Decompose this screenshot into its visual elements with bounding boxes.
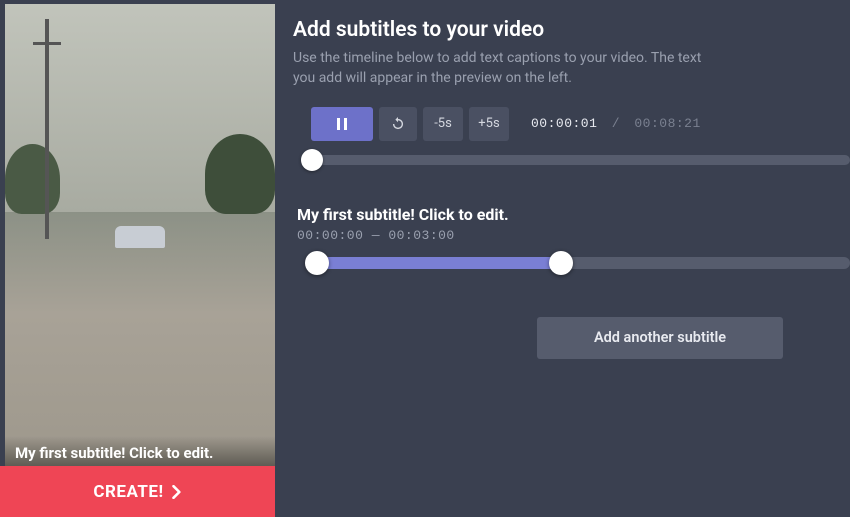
playback-timeline[interactable] xyxy=(301,155,850,165)
add-subtitle-button[interactable]: Add another subtitle xyxy=(537,317,783,359)
chevron-right-icon xyxy=(172,485,182,499)
pause-icon xyxy=(337,118,347,130)
pause-button[interactable] xyxy=(311,107,373,141)
subtitle-start-thumb[interactable] xyxy=(305,251,329,275)
back-5s-label: -5s xyxy=(434,116,452,131)
page-title: Add subtitles to your video xyxy=(293,18,850,42)
subtitle-text[interactable]: My first subtitle! Click to edit. xyxy=(297,205,850,224)
playhead-thumb[interactable] xyxy=(301,149,323,171)
left-panel: My first subtitle! Click to edit. CREATE… xyxy=(0,0,275,517)
video-preview[interactable]: My first subtitle! Click to edit. xyxy=(5,4,275,466)
forward-5s-button[interactable]: +5s xyxy=(469,107,509,141)
add-subtitle-label: Add another subtitle xyxy=(594,329,726,346)
subtitle-block: My first subtitle! Click to edit. 00:00:… xyxy=(297,205,850,269)
subtitle-range-track[interactable] xyxy=(305,257,850,269)
subtitle-end-thumb[interactable] xyxy=(549,251,573,275)
time-current: 00:00:01 xyxy=(531,116,597,131)
right-panel: Add subtitles to your video Use the time… xyxy=(275,0,850,517)
restart-button[interactable] xyxy=(379,107,417,141)
back-5s-button[interactable]: -5s xyxy=(423,107,463,141)
playback-controls: -5s +5s 00:00:01 / 00:08:21 xyxy=(311,107,850,141)
subtitle-time-range: 00:00:00 — 00:03:00 xyxy=(297,228,850,243)
create-button-label: CREATE! xyxy=(93,482,163,502)
preview-subtitle-overlay: My first subtitle! Click to edit. xyxy=(5,436,275,466)
subtitle-range-fill xyxy=(317,257,557,269)
replay-icon xyxy=(391,117,405,131)
time-total: 00:08:21 xyxy=(634,116,700,131)
time-separator: / xyxy=(612,116,620,131)
forward-5s-label: +5s xyxy=(478,116,499,131)
page-description: Use the timeline below to add text capti… xyxy=(293,48,713,89)
time-display: 00:00:01 / 00:08:21 xyxy=(531,116,701,131)
create-button[interactable]: CREATE! xyxy=(0,466,275,517)
